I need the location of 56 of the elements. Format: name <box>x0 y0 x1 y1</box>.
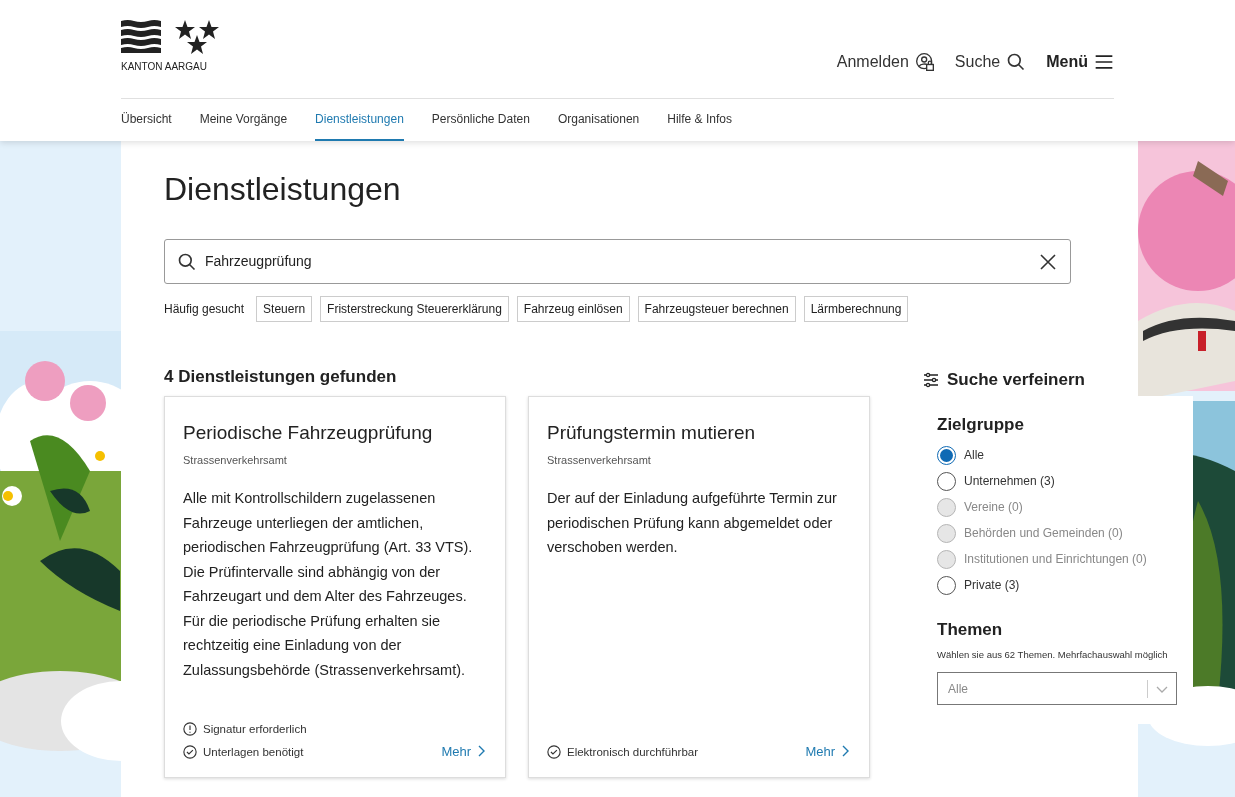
card-text: Alle mit Kontrollschildern zugelassenen Fahrzeuge unterliegen der amtlichen, periodischen Fahrzeugprüfung (Art. 33 VTS). Die Prüfintervalle sind abhängig von der Fahrzeugart und dem Alter des Fahrzeuges. Für die periodische Prüfung erhalten sie rechtzeitig eine Einladung von der Zulassungsbehörde (Strassenverkehrsamt). <box>183 489 474 680</box>
topics-hint: Wählen sie aus 62 Themen. Mehrfachauswahl möglich <box>937 648 1169 662</box>
sliders-icon <box>923 372 939 388</box>
exclamation-icon <box>183 722 197 737</box>
logo-text: KANTON AARGAU <box>121 60 208 74</box>
header-button[interactable]: Menü <box>1046 50 1114 74</box>
radio-button[interactable] <box>937 445 956 465</box>
nav-tab[interactable]: Persönliche Daten <box>431 99 530 141</box>
more-link[interactable]: Mehr <box>805 741 851 761</box>
checkmark-icon <box>183 745 197 760</box>
header-button[interactable]: Suche <box>954 50 1027 74</box>
search-value: Fahrzeugprüfung <box>205 252 313 271</box>
service-card[interactable]: Prüfungstermin mutieren Strassenverkehrsamt Der auf der Einladung aufgeführte Termin zur periodischen Prüfung kann abgemeldet oder verschoben werden. Elektronisch durchführbar Mehr <box>528 396 870 778</box>
nav-tab[interactable]: Meine Vorgänge <box>199 99 288 141</box>
radio-button[interactable] <box>937 575 956 595</box>
page-title: Dienstleistungen <box>164 170 402 209</box>
radio-label: Private (3) <box>964 577 1020 594</box>
header-button[interactable]: Anmelden <box>836 50 935 74</box>
card-title: Periodische Fahrzeugprüfung <box>183 421 434 445</box>
search-icon <box>177 251 197 272</box>
card-feature: Signatur erforderlich <box>203 721 307 737</box>
search-tag[interactable]: Lärmberechnung <box>803 296 909 322</box>
radio-label: Unternehmen (3) <box>964 473 1055 490</box>
more-link[interactable]: Mehr <box>441 741 487 761</box>
radio-label: Institutionen und Einrichtungen (0) <box>964 551 1147 568</box>
card-feature: Elektronisch durchführbar <box>567 744 699 760</box>
service-card[interactable] <box>164 396 506 778</box>
menu-icon <box>1094 52 1114 72</box>
close-icon[interactable] <box>1038 251 1058 272</box>
card-office: Strassenverkehrsamt <box>547 452 652 468</box>
radio-button[interactable] <box>937 471 956 491</box>
user-lock-icon <box>914 52 935 72</box>
card-office: Strassenverkehrsamt <box>183 452 288 468</box>
filter-group-title: Zielgruppe <box>937 414 1025 436</box>
checkmark-icon <box>547 745 561 760</box>
search-tag[interactable]: Fahrzeugsteuer berechnen <box>637 296 796 322</box>
card-feature: Unterlagen benötigt <box>203 744 304 760</box>
filter-title: Suche verfeinern <box>947 369 1085 392</box>
topics-select[interactable]: Alle <box>937 672 1177 706</box>
radio-label: Alle <box>964 447 984 464</box>
search-icon <box>1006 52 1027 72</box>
search-tag[interactable]: Fahrzeug einlösen <box>516 296 630 322</box>
radio-label: Behörden und Gemeinden (0) <box>964 525 1123 542</box>
search-tag[interactable]: Fristerstreckung Steuererklärung <box>320 296 509 322</box>
topics-title: Themen <box>937 618 1004 641</box>
nav-tab[interactable]: Hilfe & Infos <box>667 99 732 141</box>
nav-tab[interactable]: Übersicht <box>121 99 172 141</box>
nav-tab[interactable]: Organisationen <box>557 99 640 141</box>
card-text: Der auf der Einladung aufgeführte Termin zur periodischen Prüfung kann abgemeldet oder verschoben werden. <box>547 489 838 557</box>
results-title: 4 Dienstleistungen gefunden <box>164 366 398 388</box>
search-tag[interactable]: Steuern <box>256 296 313 322</box>
logo-icon <box>121 19 219 55</box>
frequent-label: Häufig gesucht <box>164 301 245 318</box>
card-title: Prüfungstermin mutieren <box>547 421 757 445</box>
radio-label: Vereine (0) <box>964 499 1023 516</box>
search-field[interactable]: Fahrzeugprüfung <box>164 239 1071 284</box>
